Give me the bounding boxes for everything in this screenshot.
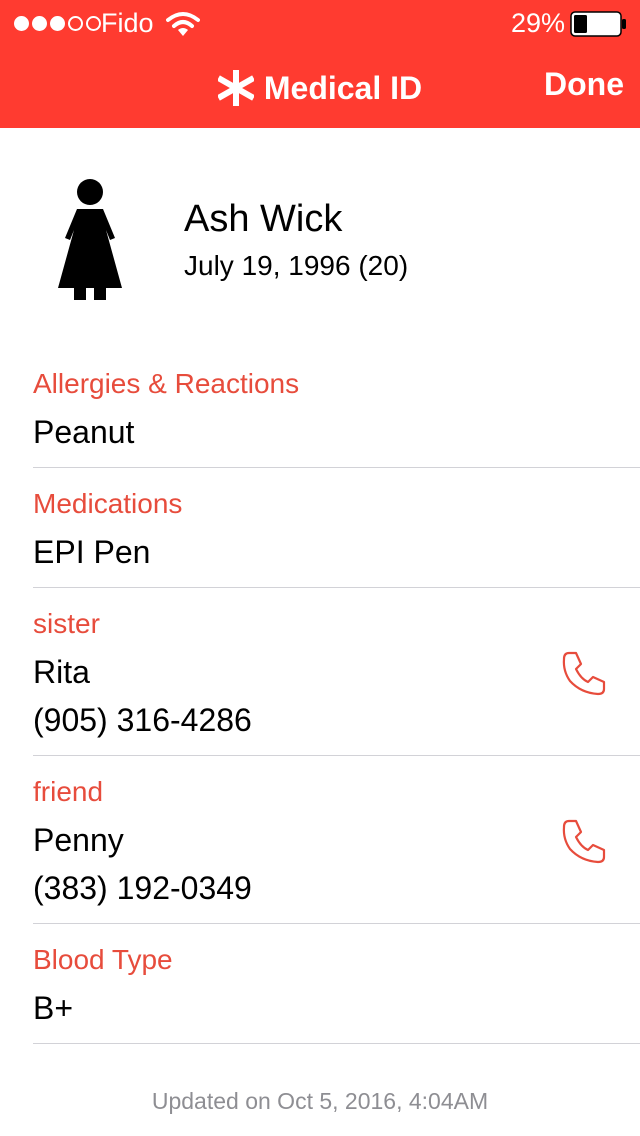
battery-icon [570, 11, 626, 37]
battery-percent: 29% [510, 8, 565, 38]
allergies-label: Allergies & Reactions [33, 368, 300, 399]
medications-label: Medications [33, 488, 183, 519]
carrier-name: Fido [101, 8, 154, 38]
wifi-icon [166, 12, 200, 36]
phone-icon[interactable] [561, 818, 607, 864]
medications-value: EPI Pen [33, 534, 151, 570]
blood-type-value: B+ [33, 990, 74, 1026]
date-of-birth: July 19, 1996 (20) [184, 250, 409, 281]
signal-dot [14, 16, 29, 31]
contact-name: Penny [33, 822, 124, 858]
blood-type-label: Blood Type [33, 944, 173, 975]
allergies-section: Allergies & Reactions Peanut [33, 366, 640, 468]
last-updated-text: Updated on Oct 5, 2016, 4:04AM [151, 1088, 489, 1114]
contact-relationship: friend [33, 776, 104, 807]
done-button[interactable]: Done [544, 66, 624, 103]
status-bar: Fido 29% [0, 0, 640, 50]
signal-dot [68, 16, 83, 31]
profile-header: Ash Wick July 19, 1996 (20) [0, 176, 640, 306]
contact-relationship: sister [33, 608, 100, 639]
signal-strength-icon [14, 16, 101, 31]
signal-dot [86, 16, 101, 31]
emergency-contact-row[interactable]: friend Penny (383) 192-0349 [33, 756, 640, 924]
page-title: Medical ID [263, 69, 423, 106]
signal-dot [50, 16, 65, 31]
contact-name: Rita [33, 654, 90, 690]
emergency-contact-row[interactable]: sister Rita (905) 316-4286 [33, 588, 640, 756]
medications-section: Medications EPI Pen [33, 468, 640, 588]
blood-type-section: Blood Type B+ [33, 924, 640, 1044]
person-name: Ash Wick [184, 198, 343, 240]
header: Fido 29% Medical ID Done [0, 0, 640, 128]
allergies-value: Peanut [33, 414, 135, 450]
asterisk-icon [217, 70, 254, 106]
signal-dot [32, 16, 47, 31]
contact-phone[interactable]: (383) 192-0349 [33, 870, 252, 907]
contact-phone[interactable]: (905) 316-4286 [33, 702, 252, 739]
phone-icon[interactable] [561, 650, 607, 696]
person-icon [58, 179, 122, 300]
